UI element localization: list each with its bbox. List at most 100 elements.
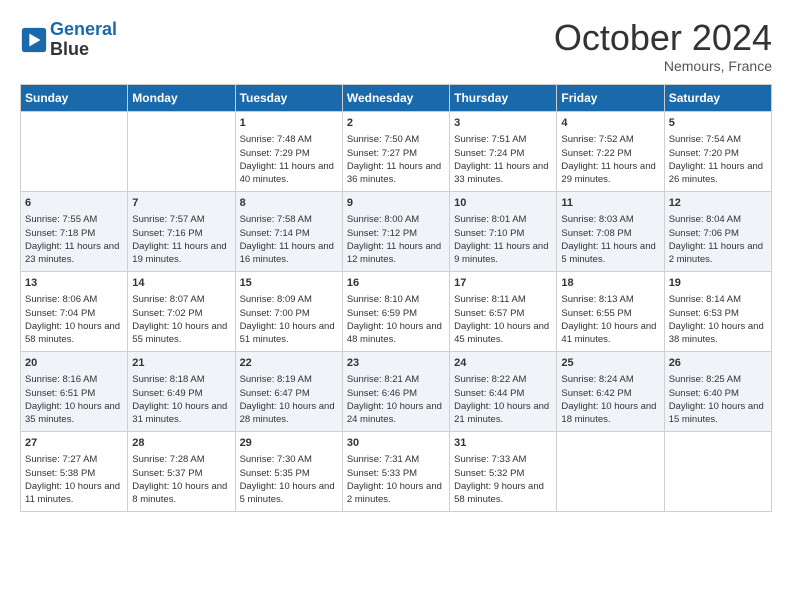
day-info: Sunrise: 8:01 AM [454, 214, 526, 225]
calendar-cell: 8Sunrise: 7:58 AMSunset: 7:14 PMDaylight… [235, 192, 342, 272]
day-info: Sunrise: 8:16 AM [25, 374, 97, 385]
day-number: 3 [454, 116, 552, 131]
calendar-cell: 27 Sunrise: 7:27 AM Sunset: 5:38 PM Dayligh… [21, 432, 128, 512]
day-number: 27 [25, 436, 123, 451]
day-number: 15 [240, 276, 338, 291]
col-sunday: Sunday [21, 85, 128, 112]
day-info: Sunset: 5:37 PM [132, 468, 202, 479]
col-monday: Monday [128, 85, 235, 112]
day-info: Sunset: 7:14 PM [240, 228, 310, 239]
calendar-week-5: 27 Sunrise: 7:27 AM Sunset: 5:38 PM Dayligh… [21, 432, 772, 512]
day-info: Sunrise: 7:33 AM [454, 454, 526, 465]
day-info: Daylight: 10 hours and 15 minutes. [669, 401, 764, 425]
day-info: Sunset: 7:16 PM [132, 228, 202, 239]
calendar-cell: 26Sunrise: 8:25 AMSunset: 6:40 PMDayligh… [664, 352, 771, 432]
page-header: General Blue October 2024 Nemours, Franc… [20, 20, 772, 74]
day-number: 18 [561, 276, 659, 291]
calendar-cell: 6Sunrise: 7:55 AMSunset: 7:18 PMDaylight… [21, 192, 128, 272]
calendar-cell: 30Sunrise: 7:31 AMSunset: 5:33 PMDayligh… [342, 432, 449, 512]
day-info: Sunrise: 8:00 AM [347, 214, 419, 225]
calendar-cell: 23Sunrise: 8:21 AMSunset: 6:46 PMDayligh… [342, 352, 449, 432]
day-number: 12 [669, 196, 767, 211]
day-number: 21 [132, 356, 230, 371]
month-title: October 2024 [554, 20, 772, 56]
day-number: 1 [240, 116, 338, 131]
day-info: Daylight: 10 hours and 11 minutes. [25, 481, 120, 505]
calendar-cell: 16Sunrise: 8:10 AMSunset: 6:59 PMDayligh… [342, 272, 449, 352]
calendar-cell: 17Sunrise: 8:11 AMSunset: 6:57 PMDayligh… [450, 272, 557, 352]
day-info: Daylight: 10 hours and 8 minutes. [132, 481, 227, 505]
day-info: Sunset: 7:18 PM [25, 228, 95, 239]
calendar-cell: 2Sunrise: 7:50 AMSunset: 7:27 PMDaylight… [342, 112, 449, 192]
logo: General Blue [20, 20, 117, 60]
day-number: 7 [132, 196, 230, 211]
day-info: Sunrise: 7:50 AM [347, 134, 419, 145]
day-info: Sunset: 6:49 PM [132, 388, 202, 399]
day-number: 13 [25, 276, 123, 291]
col-thursday: Thursday [450, 85, 557, 112]
day-info: Sunset: 7:02 PM [132, 308, 202, 319]
title-block: October 2024 Nemours, France [554, 20, 772, 74]
calendar-cell: 18Sunrise: 8:13 AMSunset: 6:55 PMDayligh… [557, 272, 664, 352]
day-number: 17 [454, 276, 552, 291]
day-number: 5 [669, 116, 767, 131]
day-info: Sunset: 7:10 PM [454, 228, 524, 239]
day-info: Sunset: 7:24 PM [454, 148, 524, 159]
logo-icon [20, 26, 48, 54]
logo-text: General Blue [50, 20, 117, 60]
day-info: Sunrise: 8:11 AM [454, 294, 526, 305]
col-friday: Friday [557, 85, 664, 112]
calendar-cell: 7Sunrise: 7:57 AMSunset: 7:16 PMDaylight… [128, 192, 235, 272]
day-info: Sunset: 5:33 PM [347, 468, 417, 479]
day-info: Daylight: 10 hours and 2 minutes. [347, 481, 442, 505]
day-info: Sunset: 7:12 PM [347, 228, 417, 239]
day-number: 19 [669, 276, 767, 291]
day-info: Sunset: 7:22 PM [561, 148, 631, 159]
day-info: Sunset: 7:08 PM [561, 228, 631, 239]
day-info: Sunset: 7:29 PM [240, 148, 310, 159]
day-info: Daylight: 10 hours and 58 minutes. [25, 321, 120, 345]
calendar-header: Sunday Monday Tuesday Wednesday Thursday… [21, 85, 772, 112]
day-info: Sunrise: 8:19 AM [240, 374, 312, 385]
day-info: Sunset: 5:38 PM [25, 468, 95, 479]
day-info: Sunset: 6:59 PM [347, 308, 417, 319]
day-info: Daylight: 11 hours and 40 minutes. [240, 161, 334, 185]
calendar-cell [557, 432, 664, 512]
day-number: 22 [240, 356, 338, 371]
day-number: 6 [25, 196, 123, 211]
day-info: Sunrise: 7:31 AM [347, 454, 419, 465]
day-info: Sunset: 5:32 PM [454, 468, 524, 479]
calendar-page: General Blue October 2024 Nemours, Franc… [0, 0, 792, 522]
header-row: Sunday Monday Tuesday Wednesday Thursday… [21, 85, 772, 112]
calendar-cell: 22Sunrise: 8:19 AMSunset: 6:47 PMDayligh… [235, 352, 342, 432]
calendar-cell: 3Sunrise: 7:51 AMSunset: 7:24 PMDaylight… [450, 112, 557, 192]
day-info: Sunset: 5:35 PM [240, 468, 310, 479]
day-number: 9 [347, 196, 445, 211]
day-info: Daylight: 10 hours and 18 minutes. [561, 401, 656, 425]
day-info: Sunrise: 8:03 AM [561, 214, 633, 225]
day-info: Sunrise: 7:57 AM [132, 214, 204, 225]
day-info: Sunset: 7:27 PM [347, 148, 417, 159]
day-info: Daylight: 10 hours and 28 minutes. [240, 401, 335, 425]
day-info: Sunrise: 8:24 AM [561, 374, 633, 385]
calendar-table: Sunday Monday Tuesday Wednesday Thursday… [20, 84, 772, 512]
day-number: 10 [454, 196, 552, 211]
calendar-cell: 5Sunrise: 7:54 AMSunset: 7:20 PMDaylight… [664, 112, 771, 192]
day-number: 20 [25, 356, 123, 371]
day-info: Sunset: 7:06 PM [669, 228, 739, 239]
day-info: Daylight: 10 hours and 45 minutes. [454, 321, 549, 345]
day-info: Daylight: 10 hours and 35 minutes. [25, 401, 120, 425]
day-number: 11 [561, 196, 659, 211]
calendar-cell: 29Sunrise: 7:30 AMSunset: 5:35 PMDayligh… [235, 432, 342, 512]
day-number: 4 [561, 116, 659, 131]
day-info: Sunrise: 7:27 AM [25, 454, 97, 465]
day-info: Daylight: 11 hours and 23 minutes. [25, 241, 119, 265]
calendar-cell: 12Sunrise: 8:04 AMSunset: 7:06 PMDayligh… [664, 192, 771, 272]
day-info: Sunrise: 8:25 AM [669, 374, 741, 385]
day-info: Sunset: 7:20 PM [669, 148, 739, 159]
day-info: Sunset: 6:55 PM [561, 308, 631, 319]
day-info: Sunrise: 7:54 AM [669, 134, 741, 145]
day-info: Daylight: 11 hours and 36 minutes. [347, 161, 441, 185]
calendar-cell: 11Sunrise: 8:03 AMSunset: 7:08 PMDayligh… [557, 192, 664, 272]
day-info: Daylight: 11 hours and 12 minutes. [347, 241, 441, 265]
